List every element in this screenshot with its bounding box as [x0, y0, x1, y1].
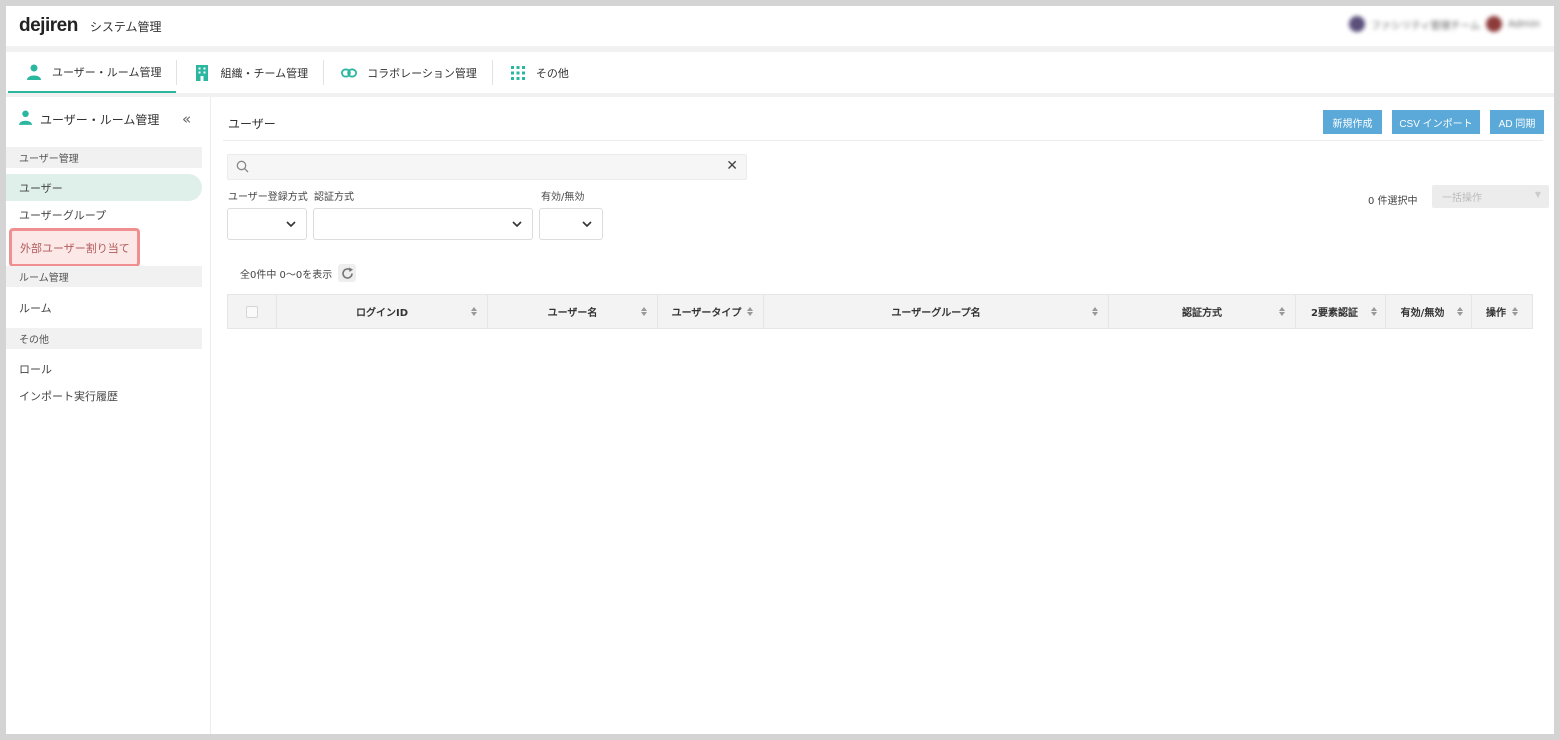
user-table-header: ログインID ユーザー名 ユーザータイプ ユーザーグループ名 認証方式 2要素認…: [227, 294, 1533, 329]
sort-icon: [1092, 307, 1098, 316]
person-icon: [19, 110, 32, 128]
column-label: ユーザー名: [547, 308, 598, 319]
tab-user-room[interactable]: ユーザー・ルーム管理: [8, 52, 177, 93]
section-other: その他: [6, 328, 202, 349]
sidebar-item-user[interactable]: ユーザー: [6, 174, 202, 201]
section-user-management: ユーザー管理: [6, 147, 202, 168]
user-name: Admin: [1508, 18, 1540, 30]
sidebar: ユーザー・ルーム管理 « ユーザー管理 ユーザー ユーザーグループ 外部ユーザー…: [6, 97, 211, 734]
org-name: ファシリティ管理チーム: [1371, 20, 1481, 32]
sort-icon: [1512, 307, 1518, 316]
column-label: 有効/無効: [1400, 308, 1445, 319]
column-user-type[interactable]: ユーザータイプ: [658, 295, 764, 328]
tab-other[interactable]: その他: [491, 52, 584, 93]
tab-label: ユーザー・ルーム管理: [52, 65, 162, 79]
app-window: dejiren システム管理 ファシリティ管理チーム Admin ユーザー・ルー…: [6, 6, 1554, 734]
sort-icon: [1371, 307, 1377, 316]
csv-import-button[interactable]: CSV インポート: [1392, 110, 1480, 134]
grid-icon: [510, 65, 526, 81]
section-room-management: ルーム管理: [6, 266, 202, 287]
chevron-down-icon: ▼: [1534, 190, 1541, 199]
column-label: 2要素認証: [1311, 308, 1358, 319]
logo: dejiren: [19, 15, 78, 36]
app-header: dejiren システム管理 ファシリティ管理チーム Admin: [6, 6, 1554, 46]
bulk-action-label: 一括操作: [1442, 193, 1482, 204]
sidebar-item-role[interactable]: ロール: [6, 355, 202, 382]
auth-method-select[interactable]: [313, 208, 533, 240]
filter-label-enabled: 有効/無効: [541, 192, 585, 203]
select-all-checkbox[interactable]: [246, 305, 258, 318]
column-label: 認証方式: [1182, 308, 1222, 319]
sort-icon: [1457, 307, 1463, 316]
tab-collaboration[interactable]: コラボレーション管理: [323, 52, 492, 93]
chevron-down-icon: [285, 218, 297, 233]
column-user-group-name[interactable]: ユーザーグループ名: [764, 295, 1109, 328]
select-all-cell: [228, 295, 277, 328]
tab-label: 組織・チーム管理: [220, 66, 309, 80]
column-actions[interactable]: 操作: [1472, 295, 1532, 328]
column-label: ユーザーグループ名: [891, 308, 981, 319]
column-auth-method[interactable]: 認証方式: [1109, 295, 1296, 328]
chevron-down-icon: [581, 218, 593, 233]
sort-icon: [747, 307, 753, 316]
record-count: 全0件中 0〜0を表示: [240, 264, 357, 282]
search-icon: [236, 160, 249, 176]
divider: [223, 140, 1543, 141]
column-label: ログインID: [355, 308, 409, 319]
user-menu[interactable]: ファシリティ管理チーム Admin: [1349, 16, 1540, 32]
close-icon[interactable]: ✕: [726, 158, 738, 174]
collapse-sidebar-icon[interactable]: «: [182, 110, 191, 128]
tab-label: その他: [535, 66, 569, 80]
sidebar-item-external-user-assignment[interactable]: 外部ユーザー割り当て: [9, 228, 140, 267]
main-panel: ユーザー 新規作成 CSV インポート AD 同期 ✕ ユーザー登録方式 認証方…: [211, 97, 1554, 734]
search-input[interactable]: ✕: [227, 154, 747, 180]
column-login-id[interactable]: ログインID: [277, 295, 488, 328]
filter-label-registration: ユーザー登録方式: [228, 192, 308, 203]
column-label: ユーザータイプ: [671, 308, 742, 319]
tab-label: コラボレーション管理: [367, 66, 477, 80]
enabled-select[interactable]: [539, 208, 603, 240]
column-label: 操作: [1486, 308, 1506, 319]
link-icon: [341, 65, 358, 81]
building-icon: [194, 64, 210, 81]
sidebar-item-room[interactable]: ルーム: [6, 294, 202, 321]
main-tabs: ユーザー・ルーム管理 組織・チーム管理 コラボレーション管理 その他: [6, 52, 1554, 93]
refresh-icon[interactable]: [338, 264, 357, 282]
org-avatar: [1349, 16, 1366, 32]
sidebar-item-user-group[interactable]: ユーザーグループ: [6, 201, 202, 228]
sidebar-header: ユーザー・ルーム管理: [6, 97, 210, 141]
sidebar-title: ユーザー・ルーム管理: [40, 112, 160, 127]
count-text: 全0件中 0〜0を表示: [240, 269, 333, 281]
section-title: ユーザー: [228, 117, 276, 131]
column-user-name[interactable]: ユーザー名: [488, 295, 658, 328]
sort-icon: [471, 307, 477, 316]
chevron-down-icon: [511, 218, 523, 233]
tab-org-team[interactable]: 組織・チーム管理: [176, 52, 323, 93]
column-two-factor[interactable]: 2要素認証: [1296, 295, 1386, 328]
bulk-action-select[interactable]: 一括操作 ▼: [1432, 185, 1549, 208]
sort-icon: [1279, 307, 1285, 316]
content-area: ユーザー・ルーム管理 « ユーザー管理 ユーザー ユーザーグループ 外部ユーザー…: [6, 97, 1554, 734]
person-icon: [26, 64, 42, 80]
filter-label-auth: 認証方式: [314, 192, 354, 203]
registration-method-select[interactable]: [227, 208, 307, 240]
sort-icon: [641, 307, 647, 316]
sidebar-item-import-history[interactable]: インポート実行履歴: [6, 382, 202, 409]
user-avatar: [1486, 16, 1503, 32]
new-button[interactable]: 新規作成: [1323, 110, 1382, 134]
column-enabled[interactable]: 有効/無効: [1386, 295, 1472, 328]
ad-sync-button[interactable]: AD 同期: [1490, 110, 1544, 134]
page-title: システム管理: [89, 19, 162, 34]
selected-count: 0 件選択中: [1368, 196, 1418, 207]
